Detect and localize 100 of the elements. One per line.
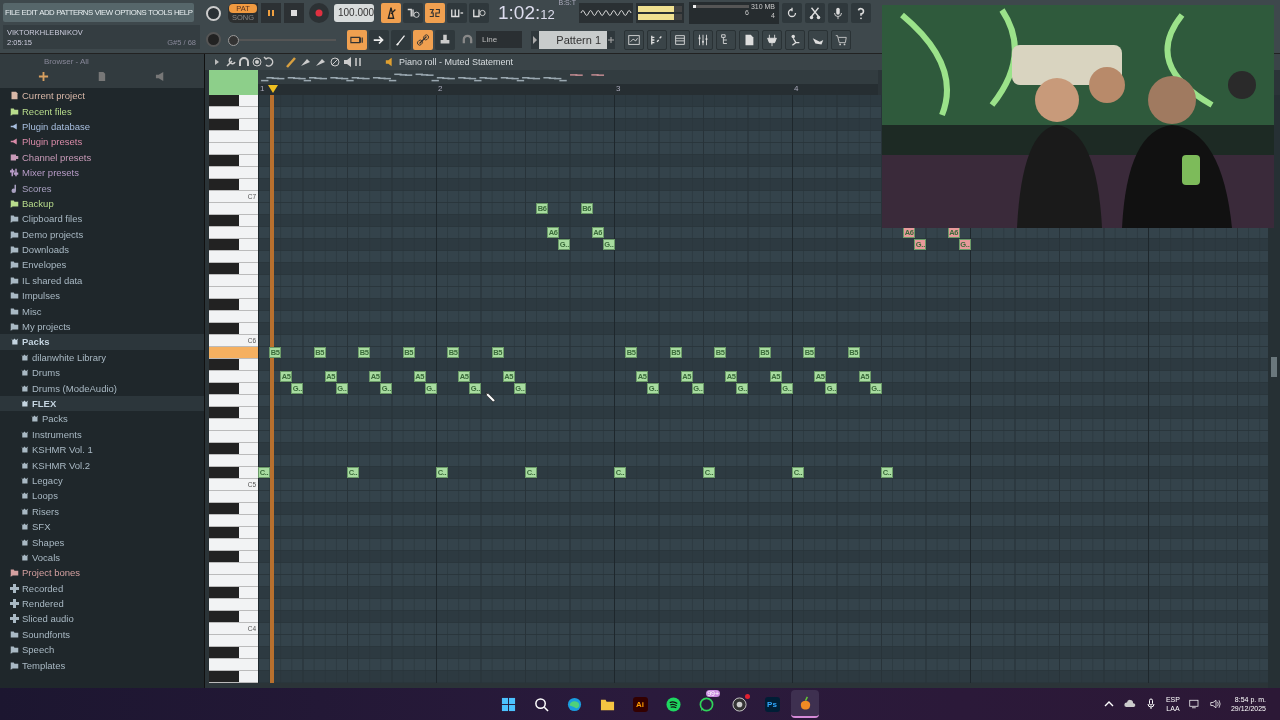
piano-key[interactable] — [209, 263, 258, 275]
volume-icon[interactable] — [1209, 698, 1222, 710]
browser-item[interactable]: Loops — [0, 488, 204, 504]
browser-item[interactable]: Project bones — [0, 565, 204, 581]
browser-item[interactable]: Drums — [0, 365, 204, 381]
browser-item[interactable]: Vocals — [0, 549, 204, 566]
speaker-icon[interactable] — [385, 57, 395, 67]
piano-key[interactable] — [209, 551, 258, 563]
browser-item[interactable]: Soundfonts — [0, 626, 204, 643]
plus-icon[interactable] — [37, 71, 49, 82]
browser-item[interactable]: Risers — [0, 503, 204, 519]
piano-key[interactable] — [209, 467, 258, 479]
browser-item[interactable]: Packs — [0, 334, 204, 350]
browser-item[interactable]: Packs — [0, 411, 204, 427]
window-button[interactable] — [808, 29, 828, 50]
piano-key[interactable] — [209, 443, 258, 455]
toggle-button[interactable] — [347, 29, 367, 50]
master-volume-knob[interactable] — [205, 5, 221, 21]
tempo-field[interactable]: 100.000 — [334, 4, 374, 23]
browser-item[interactable]: Channel presets — [0, 149, 204, 165]
piano-key[interactable] — [209, 179, 258, 191]
piano-key[interactable] — [209, 323, 258, 335]
tool-button[interactable] — [805, 3, 825, 24]
browser-item[interactable]: Downloads — [0, 241, 204, 258]
network-icon[interactable] — [1188, 698, 1201, 710]
piano-key[interactable] — [209, 527, 258, 539]
toggle-button[interactable] — [413, 29, 433, 50]
browser-item[interactable]: Sliced audio — [0, 611, 204, 627]
tool-button[interactable] — [782, 3, 802, 24]
document-icon[interactable] — [96, 71, 108, 82]
toggle-button[interactable] — [469, 3, 489, 24]
browser-item[interactable]: SFX — [0, 518, 204, 535]
microphone-icon[interactable] — [1144, 698, 1157, 710]
tool-button[interactable] — [828, 3, 848, 24]
window-button[interactable] — [762, 29, 782, 50]
piano-key[interactable] — [209, 383, 258, 395]
window-button[interactable] — [624, 29, 644, 50]
piano-key[interactable] — [209, 119, 258, 131]
browser-item[interactable]: Backup — [0, 195, 204, 212]
pause-button[interactable] — [261, 3, 281, 24]
browser-item[interactable]: Speech — [0, 642, 204, 658]
toggle-button[interactable] — [425, 3, 445, 24]
toggle-button[interactable] — [435, 29, 455, 50]
browser-item[interactable]: FLEX — [0, 395, 204, 412]
browser-item[interactable]: Misc — [0, 303, 204, 319]
browser-item[interactable]: Recent files — [0, 103, 204, 119]
window-button[interactable] — [739, 29, 759, 50]
piano-key[interactable] — [209, 407, 258, 419]
browser-item[interactable]: Templates — [0, 657, 204, 673]
piano-key[interactable] — [209, 647, 258, 659]
stop-button[interactable] — [284, 3, 304, 24]
taskbar-app[interactable]: Ps — [758, 690, 786, 718]
window-button[interactable] — [785, 29, 805, 50]
tool-icons-drawing[interactable] — [213, 56, 363, 68]
piano-key[interactable] — [209, 155, 258, 167]
pattern-selector[interactable]: Pattern 1 — [539, 30, 607, 49]
pattern-preview[interactable] — [258, 70, 878, 84]
browser-item[interactable]: Recorded — [0, 580, 204, 596]
zoom-handle[interactable] — [209, 70, 258, 95]
browser-item[interactable]: Legacy — [0, 472, 204, 489]
browser-item[interactable]: My projects — [0, 318, 204, 335]
browser-item[interactable]: Rendered — [0, 595, 204, 612]
window-button[interactable] — [716, 29, 736, 50]
piano-key[interactable] — [209, 299, 258, 311]
tool-button[interactable] — [851, 3, 871, 24]
window-button[interactable] — [670, 29, 690, 50]
browser-item[interactable]: Shapes — [0, 534, 204, 550]
toggle-button[interactable] — [447, 3, 467, 24]
browser-item[interactable]: Instruments — [0, 426, 204, 442]
browser-item[interactable]: Demo projects — [0, 226, 204, 242]
plus-icon[interactable] — [607, 30, 615, 49]
snap-dropdown[interactable]: Line — [476, 31, 522, 49]
browser-item[interactable]: Clipboard files — [0, 211, 204, 227]
window-button[interactable] — [693, 29, 713, 50]
browser-item[interactable]: KSHMR Vol. 1 — [0, 442, 204, 458]
piano-key[interactable] — [209, 587, 258, 599]
piano-key[interactable] — [209, 503, 258, 515]
piano-key[interactable] — [209, 95, 258, 107]
piano-key[interactable] — [209, 359, 258, 371]
browser-item[interactable]: Plugin presets — [0, 134, 204, 150]
browser-item[interactable]: Plugin database — [0, 118, 204, 135]
browser-item[interactable]: dilanwhite Library — [0, 349, 204, 366]
piano-key[interactable] — [209, 239, 258, 251]
browser-item[interactable]: Envelopes — [0, 257, 204, 273]
taskbar-app[interactable]: Ai — [626, 690, 654, 718]
record-button[interactable] — [309, 3, 329, 24]
browser-title[interactable]: Browser - All — [14, 57, 190, 66]
toggle-button[interactable] — [391, 29, 411, 50]
browser-item[interactable]: Scores — [0, 180, 204, 196]
window-button[interactable] — [647, 29, 667, 50]
browser-item[interactable]: Mixer presets — [0, 164, 204, 181]
toggle-button[interactable] — [369, 29, 389, 50]
browser-item[interactable]: Current project — [0, 88, 204, 104]
browser-item[interactable]: Drums (ModeAudio) — [0, 380, 204, 396]
piano-key[interactable] — [209, 611, 258, 623]
arrow-right-icon[interactable] — [531, 30, 539, 49]
piano-key[interactable] — [209, 215, 258, 227]
timeline-ruler[interactable]: 1 2 3 4 — [258, 84, 878, 95]
browser-item[interactable]: IL shared data — [0, 272, 204, 289]
browser-item[interactable]: Impulses — [0, 288, 204, 304]
